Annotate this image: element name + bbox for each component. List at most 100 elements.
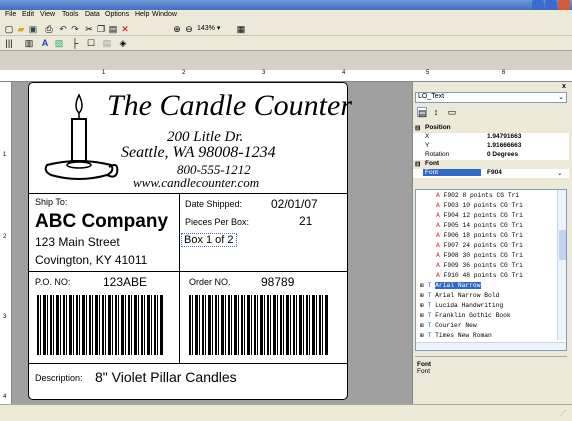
title-bar <box>0 0 572 10</box>
company-name[interactable]: The Candle Counter <box>107 89 352 123</box>
font-item-f902[interactable]: A F902 8 points CG Tri <box>436 192 566 202</box>
ruler-mark: 4 <box>3 394 7 400</box>
close-window-button[interactable] <box>558 0 570 10</box>
font-family-lucida-handwriting[interactable]: ⊞ T Lucida Handwriting <box>420 302 560 312</box>
print-icon[interactable]: ⎙ <box>44 24 54 34</box>
order-value[interactable]: 98789 <box>261 275 294 289</box>
description-value[interactable]: 8" Violet Pillar Candles <box>95 369 237 385</box>
redo-icon[interactable]: ↷ <box>70 24 80 34</box>
date-shipped-value[interactable]: 02/01/07 <box>271 197 318 211</box>
font-item-f906[interactable]: A F906 18 points CG Tri <box>436 232 566 242</box>
chevron-down-icon: ⌄ <box>558 94 564 101</box>
ship-to-label[interactable]: Ship To: <box>35 197 67 207</box>
open-icon[interactable]: ▰ <box>16 24 26 34</box>
copy-icon[interactable]: ❐ <box>96 24 106 34</box>
object-select[interactable]: LO_Text ⌄ <box>415 92 567 103</box>
save-icon[interactable]: ▣ <box>28 24 38 34</box>
horizontal-ruler: 1 2 3 4 5 6 <box>0 70 505 82</box>
menu-options[interactable]: Options <box>105 11 129 18</box>
pieces-value[interactable]: 21 <box>299 214 312 228</box>
font-family-arial-narrow-bold[interactable]: ⊞ T Arial Narrow Bold <box>420 292 560 302</box>
date-shipped-label[interactable]: Date Shipped: <box>185 199 242 209</box>
line-tool-icon[interactable]: ├ <box>70 38 80 48</box>
rectangle-tool-icon[interactable]: ☐ <box>86 38 96 48</box>
po-label[interactable]: P.O. NO: <box>35 277 70 287</box>
pieces-label[interactable]: Pieces Per Box: <box>185 217 249 227</box>
po-value[interactable]: 123ABE <box>103 275 147 289</box>
font-item-f909[interactable]: A F909 36 points CG Tri <box>436 262 566 272</box>
po-barcode[interactable] <box>37 295 163 355</box>
categorized-icon[interactable]: ▤ <box>417 107 427 118</box>
scroll-thumb[interactable] <box>559 230 566 260</box>
font-family-courier-new[interactable]: ⊞ T Courier New <box>420 322 560 332</box>
font-item-f907[interactable]: A F907 24 points CG Tri <box>436 242 566 252</box>
rfid-tool-icon[interactable]: ◈ <box>118 38 128 48</box>
font-item-f904[interactable]: A F904 12 points CG Tri <box>436 212 566 222</box>
order-label[interactable]: Order NO. <box>189 277 231 287</box>
zoom-select[interactable]: 143% ▾ <box>197 24 220 32</box>
text-tool-icon[interactable]: A <box>40 38 50 48</box>
font-family-arial-narrow[interactable]: ⊞ T Arial Narrow <box>420 282 560 292</box>
prop-value: F904 <box>487 169 502 176</box>
undo-icon[interactable]: ↶ <box>58 24 68 34</box>
cut-icon[interactable]: ✂ <box>84 24 94 34</box>
vertical-scrollbar[interactable] <box>557 190 566 340</box>
zoom-out-icon[interactable]: ⊖ <box>184 24 194 34</box>
prop-font[interactable]: Font F904 ⌄ <box>413 169 569 178</box>
prop-value: 1.91666663 <box>487 142 522 149</box>
font-family-franklin-gothic-book[interactable]: ⊞ T Franklin Gothic Book <box>420 312 560 322</box>
ruler-mark: 2 <box>3 234 7 240</box>
ship-city[interactable]: Covington, KY 41011 <box>35 253 147 267</box>
zoom-in-icon[interactable]: ⊕ <box>172 24 182 34</box>
font-list[interactable]: A F902 8 points CG Tri A F903 10 points … <box>415 189 567 351</box>
box-count-text-selected[interactable]: Box 1 of 2 <box>181 233 237 247</box>
table-tool-icon[interactable]: ▤ <box>102 38 112 48</box>
prop-x[interactable]: X 1.94791663 <box>413 133 569 142</box>
maximize-button[interactable] <box>545 0 557 10</box>
ship-company[interactable]: ABC Company <box>35 211 168 233</box>
object-toolbar: ||| ▥ A ▨ ├ ☐ ▤ ◈ <box>0 36 572 51</box>
horizontal-scrollbar[interactable] <box>416 342 566 350</box>
menu-window[interactable]: Window <box>152 11 177 18</box>
section-position[interactable]: ⊟ Position <box>413 124 569 133</box>
close-panel-icon[interactable]: x <box>562 83 566 90</box>
section-font[interactable]: ⊟ Font <box>413 160 569 169</box>
property-pages-icon[interactable]: ▭ <box>447 107 457 117</box>
menu-view[interactable]: View <box>40 11 55 18</box>
shipping-label[interactable]: The Candle Counter 200 Litle Dr. Seattle… <box>28 82 352 400</box>
description-title: Font <box>417 361 432 368</box>
image-tool-icon[interactable]: ▨ <box>54 38 64 48</box>
description-label[interactable]: Description: <box>35 373 83 383</box>
website[interactable]: www.candlecounter.com <box>133 175 259 191</box>
prop-rotation[interactable]: Rotation 0 Degrees <box>413 151 569 160</box>
vertical-ruler: 1 2 3 4 <box>0 82 12 404</box>
address-line-2[interactable]: Seattle, WA 98008-1234 <box>121 144 276 162</box>
barcode2-tool-icon[interactable]: ▥ <box>24 38 34 48</box>
resize-grip-icon[interactable]: ⋰ <box>560 409 567 417</box>
sort-alpha-icon[interactable]: ↕ <box>431 107 441 117</box>
delete-icon[interactable]: ✕ <box>120 24 130 34</box>
chevron-down-icon[interactable]: ⌄ <box>557 169 562 177</box>
ship-street[interactable]: 123 Main Street <box>35 235 120 249</box>
font-item-f910[interactable]: A F910 48 points CG Tri <box>436 272 566 282</box>
font-family-times-new-roman[interactable]: ⊞ T Times New Roman <box>420 332 560 342</box>
prop-y[interactable]: Y 1.91666663 <box>413 142 569 151</box>
minimize-button[interactable] <box>532 0 544 10</box>
paste-icon[interactable]: ▤ <box>108 24 118 34</box>
ruler-mark: 1 <box>102 70 106 76</box>
menu-edit[interactable]: Edit <box>22 11 34 18</box>
menu-tools[interactable]: Tools <box>62 11 78 18</box>
grid-icon[interactable]: ▦ <box>236 24 246 34</box>
barcode-tool-icon[interactable]: ||| <box>4 38 14 48</box>
font-item-f905[interactable]: A F905 14 points CG Tri <box>436 222 566 232</box>
new-icon[interactable]: ▢ <box>4 24 14 34</box>
menu-file[interactable]: File <box>5 11 16 18</box>
font-item-f908[interactable]: A F908 30 points CG Tri <box>436 252 566 262</box>
status-bar: ⋰ <box>0 404 572 421</box>
menu-help[interactable]: Help <box>135 11 149 18</box>
font-item-f903[interactable]: A F903 10 points CG Tri <box>436 202 566 212</box>
section-label: Font <box>425 160 440 167</box>
order-barcode[interactable] <box>189 295 329 355</box>
standard-toolbar: ▢ ▰ ▣ ⎙ ↶ ↷ ✂ ❐ ▤ ✕ ⊕ ⊖ 143% ▾ ▦ <box>0 22 572 36</box>
menu-data[interactable]: Data <box>85 11 100 18</box>
